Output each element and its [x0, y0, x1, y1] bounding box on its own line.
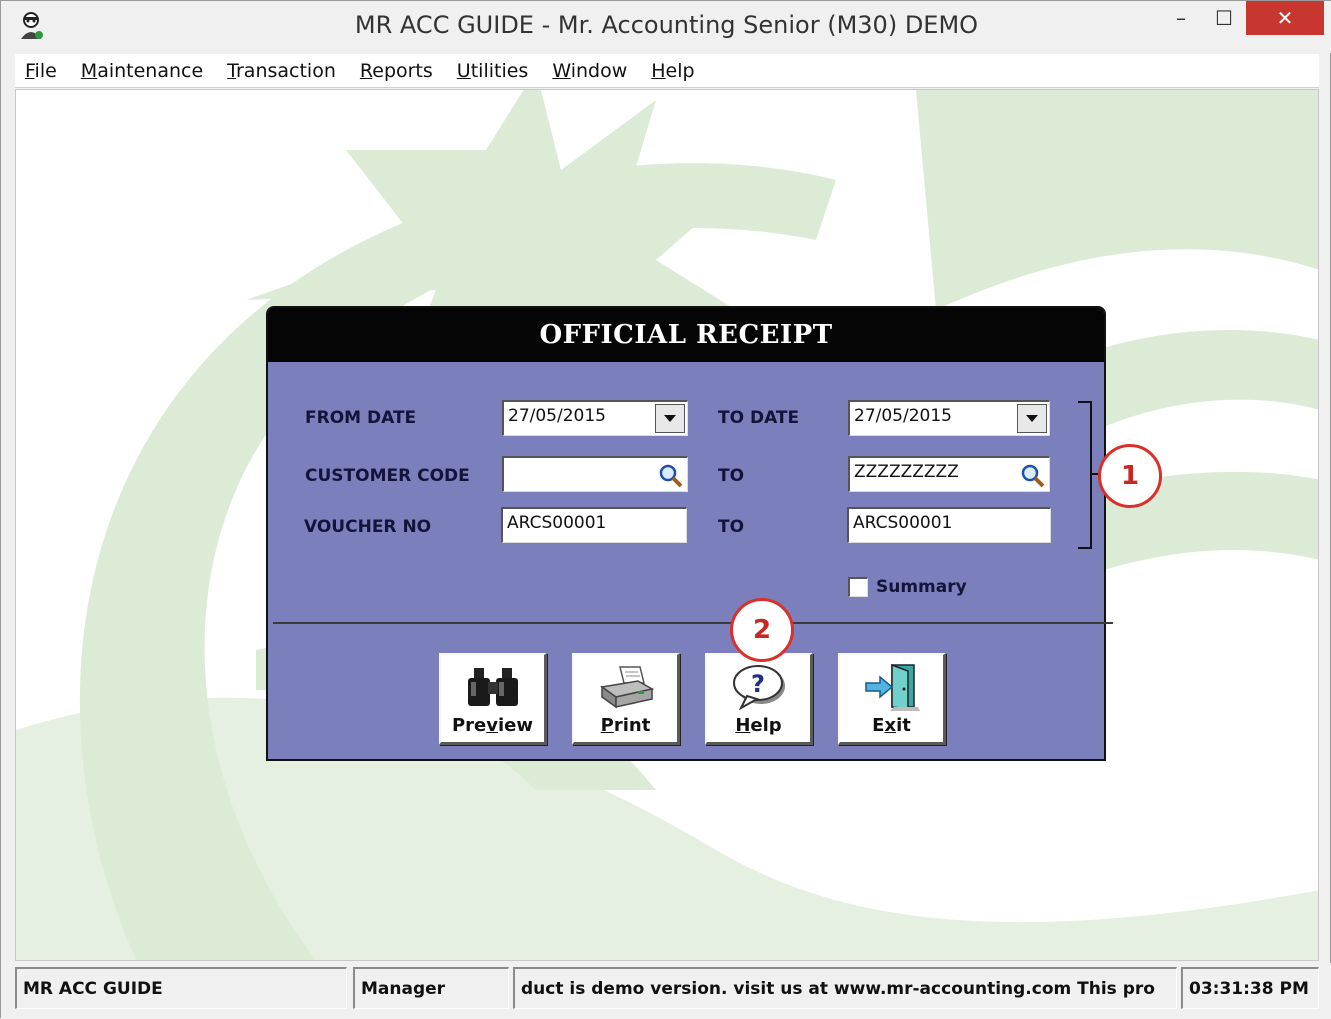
menu-reports-label: eports [372, 59, 433, 82]
customer-code-from-field[interactable] [502, 456, 688, 492]
status-clock: 03:31:38 PM [1181, 967, 1319, 1009]
to-date-value: 27/05/2015 [854, 406, 952, 426]
summary-checkbox[interactable] [848, 577, 868, 597]
menu-bar: File Maintenance Transaction Reports Uti… [15, 54, 1319, 88]
voucher-no-from-value: ARCS00001 [507, 513, 607, 533]
binoculars-icon [467, 668, 518, 706]
status-user: Manager [353, 967, 509, 1009]
from-date-field[interactable]: 27/05/2015 [502, 400, 688, 436]
chevron-down-icon [1026, 414, 1038, 422]
menu-help-mnemonic: H [651, 59, 666, 82]
search-icon [1021, 464, 1045, 487]
app-window: MR ACC GUIDE - Mr. Accounting Senior (M3… [0, 0, 1331, 1019]
mdi-client-area: OFFICIAL RECEIPT FROM DATE 27/05/2015 TO… [15, 89, 1319, 961]
chevron-down-icon [664, 414, 676, 422]
official-receipt-dialog: OFFICIAL RECEIPT FROM DATE 27/05/2015 TO… [266, 306, 1113, 761]
exit-button[interactable]: Exit [838, 653, 946, 745]
menu-reports-mnemonic: R [359, 59, 373, 82]
help-button-label: Help [735, 715, 782, 736]
status-company: MR ACC GUIDE [15, 967, 347, 1009]
dialog-divider [273, 622, 1113, 624]
dialog-title: OFFICIAL RECEIPT [539, 320, 833, 350]
voucher-no-from-field[interactable]: ARCS00001 [501, 507, 687, 543]
menu-utilities[interactable]: Utilities [457, 60, 529, 82]
menu-window-mnemonic: W [552, 59, 571, 82]
menu-maintenance-mnemonic: M [80, 59, 98, 82]
status-message: duct is demo version. visit us at www.mr… [513, 967, 1177, 1009]
voucher-no-to-value: ARCS00001 [853, 513, 953, 533]
menu-help[interactable]: Help [651, 60, 694, 82]
menu-maintenance[interactable]: Maintenance [81, 60, 203, 82]
dialog-header: OFFICIAL RECEIPT [268, 308, 1104, 362]
voucher-no-to-field[interactable]: ARCS00001 [847, 507, 1051, 543]
annotation-bracket [1078, 401, 1092, 549]
customer-code-to-field[interactable]: ZZZZZZZZZ [848, 456, 1050, 492]
customer-code-to-label: TO [718, 466, 745, 486]
customer-code-label: CUSTOMER CODE [305, 466, 470, 486]
annotation-marker-2: 2 [730, 598, 794, 662]
minimize-button[interactable]: – [1161, 1, 1201, 35]
menu-utilities-label: tilities [470, 59, 529, 82]
preview-button[interactable]: Preview [439, 653, 547, 745]
menu-file-label: ile [34, 59, 57, 82]
from-date-value: 27/05/2015 [508, 406, 606, 426]
customer-code-to-value: ZZZZZZZZZ [854, 462, 959, 482]
printer-icon [599, 666, 654, 709]
to-date-label: TO DATE [718, 408, 800, 428]
maximize-button[interactable]: ☐ [1204, 1, 1244, 35]
help-question-icon: ? [732, 665, 785, 710]
from-date-label: FROM DATE [305, 408, 417, 428]
to-date-dropdown-button[interactable] [1017, 404, 1047, 433]
menu-file[interactable]: File [25, 60, 57, 82]
menu-file-mnemonic: F [25, 59, 35, 82]
help-button[interactable]: ? Help [705, 653, 813, 745]
customer-code-from-lookup-button[interactable] [655, 460, 685, 489]
voucher-no-to-label: TO [718, 517, 745, 537]
menu-window[interactable]: Window [552, 60, 627, 82]
window-title: MR ACC GUIDE - Mr. Accounting Senior (M3… [354, 11, 979, 39]
menu-transaction[interactable]: Transaction [227, 60, 336, 82]
summary-label: Summary [876, 577, 967, 597]
from-date-dropdown-button[interactable] [655, 404, 685, 433]
close-button[interactable]: ✕ [1246, 1, 1324, 35]
to-date-field[interactable]: 27/05/2015 [848, 400, 1050, 436]
print-button-label: Print [600, 715, 651, 736]
status-bar: MR ACC GUIDE Manager duct is demo versio… [1, 963, 1331, 1019]
menu-utilities-mnemonic: U [456, 59, 471, 82]
title-bar[interactable]: MR ACC GUIDE - Mr. Accounting Senior (M3… [1, 1, 1331, 53]
print-button[interactable]: Print [572, 653, 680, 745]
menu-reports[interactable]: Reports [360, 60, 433, 82]
search-icon [659, 464, 683, 487]
menu-transaction-label: ransaction [236, 59, 336, 82]
menu-transaction-mnemonic: T [227, 59, 236, 82]
menu-maintenance-label: aintenance [97, 59, 204, 82]
exit-door-icon [864, 663, 920, 711]
voucher-no-label: VOUCHER NO [304, 517, 432, 537]
annotation-marker-1: 1 [1098, 444, 1162, 508]
exit-button-label: Exit [872, 715, 911, 736]
svg-text:?: ? [751, 670, 765, 698]
menu-window-label: indow [570, 59, 628, 82]
menu-help-label: elp [665, 59, 695, 82]
preview-button-label: Preview [451, 715, 534, 736]
customer-code-to-lookup-button[interactable] [1017, 460, 1047, 489]
